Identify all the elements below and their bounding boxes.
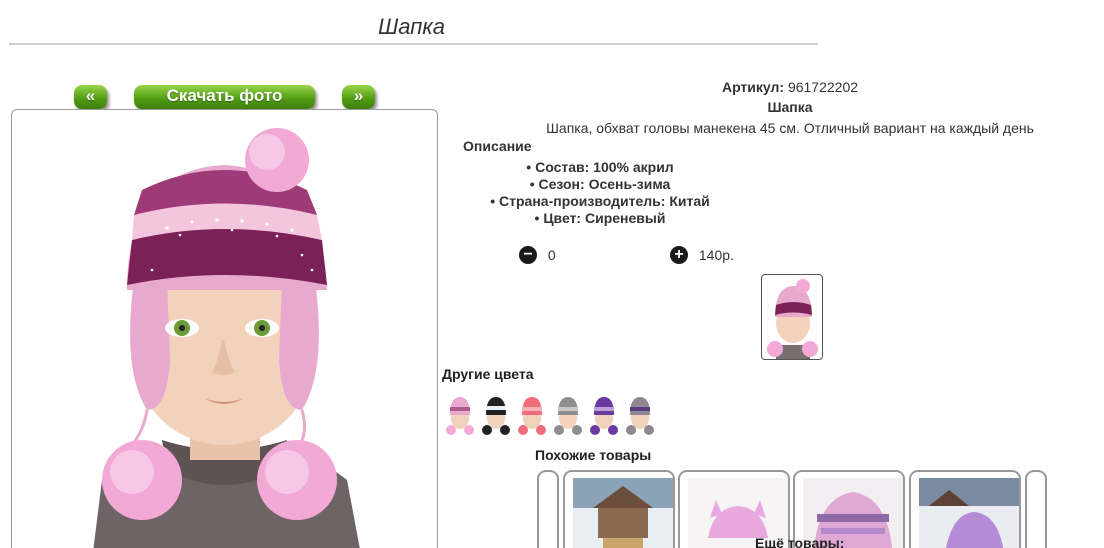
article-row: Артикул: 961722202: [440, 79, 1104, 95]
prev-photo-button[interactable]: «: [74, 85, 107, 109]
spec-item: Страна-производитель: Китай: [440, 193, 760, 210]
similar-product-image: [573, 478, 673, 548]
other-colors-title: Другие цвета: [442, 366, 534, 382]
similar-product-image: [919, 478, 1019, 548]
spec-item: Цвет: Сиреневый: [440, 210, 760, 227]
color-swatch-purple[interactable]: [589, 392, 619, 436]
product-page: Шапка « Скачать фото » Артикул: 96172220…: [0, 0, 1104, 548]
spec-list: Состав: 100% акрил Сезон: Осень-зима Стр…: [440, 159, 760, 227]
download-photo-button[interactable]: Скачать фото: [134, 85, 315, 109]
title-divider: [9, 43, 818, 45]
quantity-stepper: − 0: [519, 246, 556, 265]
main-photo[interactable]: [11, 109, 438, 548]
thumbnail-image: [767, 279, 818, 359]
similar-product-card[interactable]: [563, 470, 675, 548]
similar-products-title: Похожие товары: [535, 447, 652, 463]
product-name: Шапка: [767, 99, 813, 115]
product-description: Шапка, обхват головы манекена 45 см. Отл…: [546, 120, 1034, 136]
price-block: + 140р.: [670, 246, 734, 265]
description-label: Описание: [463, 138, 532, 154]
quantity-value: 0: [547, 247, 556, 264]
price-value: 140р.: [698, 247, 734, 264]
product-photo-image: [93, 128, 360, 548]
photo-thumbnail[interactable]: [761, 274, 823, 360]
color-swatch-pink[interactable]: [445, 392, 475, 436]
color-swatch-grey[interactable]: [553, 392, 583, 436]
next-photo-button[interactable]: »: [342, 85, 375, 109]
similar-next-card[interactable]: [1025, 470, 1047, 548]
color-swatch-coral[interactable]: [517, 392, 547, 436]
page-title: Шапка: [378, 14, 445, 39]
spec-item: Состав: 100% акрил: [440, 159, 760, 176]
spec-item: Сезон: Осень-зима: [440, 176, 760, 193]
more-products-title: Ещё товары:: [755, 535, 845, 548]
article-label: Артикул:: [721, 79, 785, 95]
plus-icon[interactable]: +: [670, 246, 688, 265]
color-swatch-black[interactable]: [481, 392, 511, 436]
color-swatch-grey-purple[interactable]: [625, 392, 655, 436]
minus-icon[interactable]: −: [519, 246, 537, 265]
similar-prev-card[interactable]: [537, 470, 559, 548]
article-value: 961722202: [787, 79, 859, 95]
similar-product-card[interactable]: [909, 470, 1021, 548]
